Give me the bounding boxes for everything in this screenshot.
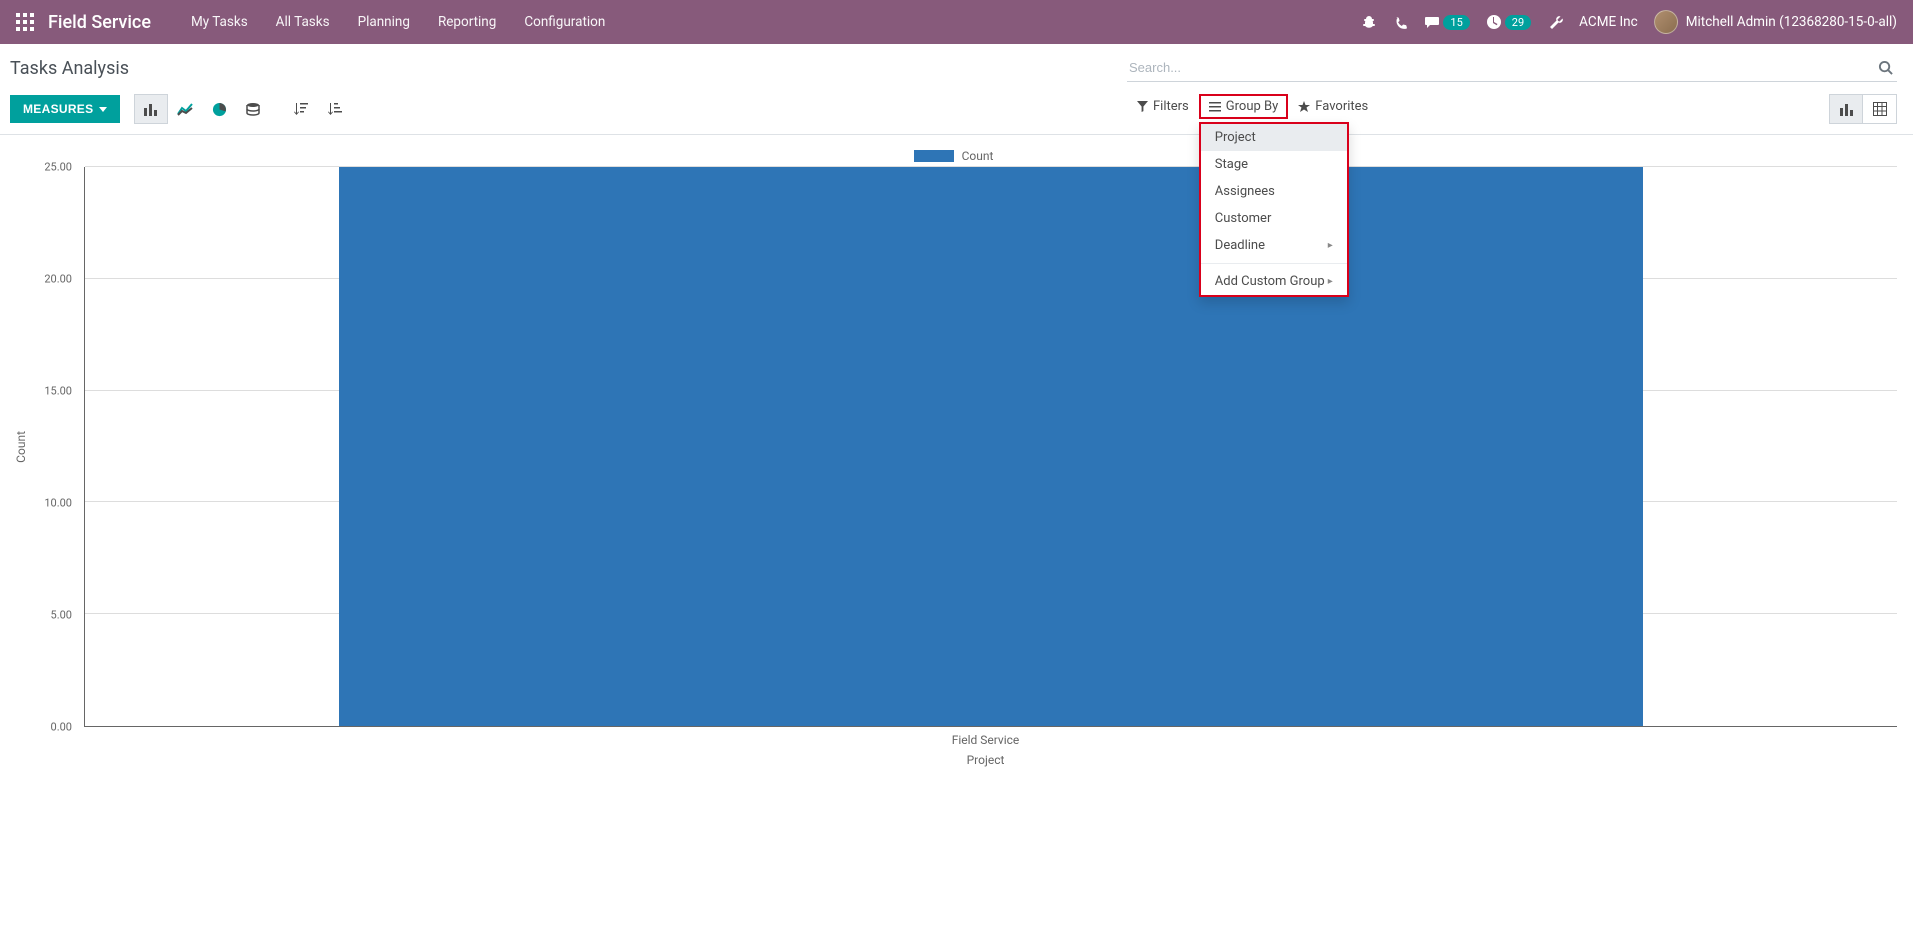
user-name: Mitchell Admin (12368280-15-0-all) (1686, 14, 1897, 30)
x-category: Field Service (74, 733, 1897, 747)
dropdown-divider (1201, 263, 1347, 264)
chevron-right-icon: ▸ (1328, 240, 1333, 251)
caret-down-icon (99, 107, 107, 112)
conversations-icon[interactable]: 15 (1424, 14, 1469, 30)
debug-icon[interactable] (1361, 14, 1377, 30)
search-icon[interactable] (1874, 60, 1897, 75)
nav-planning[interactable]: Planning (344, 14, 424, 30)
plot-area (84, 167, 1897, 727)
app-title[interactable]: Field Service (48, 12, 151, 33)
nav-my-tasks[interactable]: My Tasks (177, 14, 262, 30)
phone-icon[interactable] (1393, 15, 1408, 30)
group-by-button[interactable]: Group By (1199, 94, 1289, 119)
list-icon (1209, 102, 1221, 112)
avatar (1654, 10, 1678, 34)
ytick: 0.00 (51, 721, 72, 734)
x-axis-title: Project (74, 753, 1897, 767)
activities-badge: 29 (1505, 15, 1531, 30)
ytick: 15.00 (44, 385, 72, 398)
measures-label: MEASURES (23, 102, 93, 116)
filters-label: Filters (1153, 99, 1189, 114)
nav-reporting[interactable]: Reporting (424, 14, 510, 30)
funnel-icon (1137, 101, 1148, 112)
tools-icon[interactable] (1547, 14, 1563, 30)
filters-button[interactable]: Filters (1127, 94, 1199, 119)
stacked-button[interactable] (236, 94, 270, 124)
chevron-right-icon: ▸ (1328, 276, 1333, 287)
ytick: 25.00 (44, 161, 72, 174)
ytick: 20.00 (44, 273, 72, 286)
activities-icon[interactable]: 29 (1486, 14, 1531, 30)
legend-swatch (914, 150, 954, 162)
line-chart-button[interactable] (168, 94, 202, 124)
star-icon (1298, 101, 1310, 113)
graph-view-button[interactable] (1829, 94, 1863, 124)
sort-desc-button[interactable] (284, 94, 318, 124)
chart-legend: Count (10, 149, 1897, 163)
control-panel: Tasks Analysis MEASURES (0, 44, 1913, 135)
legend-label: Count (962, 149, 994, 163)
y-axis-label: Count (10, 431, 32, 463)
sort-asc-button[interactable] (318, 94, 352, 124)
group-by-deadline[interactable]: Deadline▸ (1201, 232, 1347, 259)
navbar: Field Service My Tasks All Tasks Plannin… (0, 0, 1913, 44)
user-menu[interactable]: Mitchell Admin (12368280-15-0-all) (1654, 10, 1897, 34)
nav-all-tasks[interactable]: All Tasks (262, 14, 344, 30)
order-group (284, 94, 352, 124)
favorites-label: Favorites (1315, 99, 1368, 114)
nav-menu: My Tasks All Tasks Planning Reporting Co… (177, 14, 619, 30)
apps-icon[interactable] (16, 13, 34, 31)
group-by-label: Group By (1226, 99, 1279, 114)
conversations-badge: 15 (1443, 15, 1469, 30)
bar-chart-button[interactable] (134, 94, 168, 124)
chart-area: Count Count 0.00 5.00 10.00 15.00 20.00 … (0, 135, 1913, 777)
navbar-right: 15 29 ACME Inc Mitchell Admin (12368280-… (1361, 10, 1897, 34)
group-by-stage[interactable]: Stage (1201, 151, 1347, 178)
favorites-button[interactable]: Favorites (1288, 94, 1378, 119)
search-input[interactable] (1127, 56, 1874, 79)
view-switcher (1829, 94, 1897, 124)
company-name[interactable]: ACME Inc (1579, 14, 1638, 30)
pie-chart-button[interactable] (202, 94, 236, 124)
group-by-assignees[interactable]: Assignees (1201, 178, 1347, 205)
measures-button[interactable]: MEASURES (10, 95, 120, 123)
y-ticks: 0.00 5.00 10.00 15.00 20.00 25.00 (32, 167, 72, 727)
bar-field-service[interactable] (339, 167, 1644, 726)
pivot-view-button[interactable] (1863, 94, 1897, 124)
nav-configuration[interactable]: Configuration (510, 14, 619, 30)
group-by-project[interactable]: Project (1201, 124, 1347, 151)
ytick: 5.00 (51, 609, 72, 622)
breadcrumb: Tasks Analysis (10, 58, 129, 79)
search-bar (1127, 54, 1897, 82)
group-by-dropdown: Project Stage Assignees Customer Deadlin… (1199, 122, 1349, 297)
chart-type-group (134, 94, 270, 124)
ytick: 10.00 (44, 497, 72, 510)
search-options: Filters Group By Project Stage Assignees… (1127, 94, 1378, 119)
group-by-add-custom[interactable]: Add Custom Group▸ (1201, 268, 1347, 295)
group-by-customer[interactable]: Customer (1201, 205, 1347, 232)
x-labels: Field Service Project (74, 733, 1897, 767)
